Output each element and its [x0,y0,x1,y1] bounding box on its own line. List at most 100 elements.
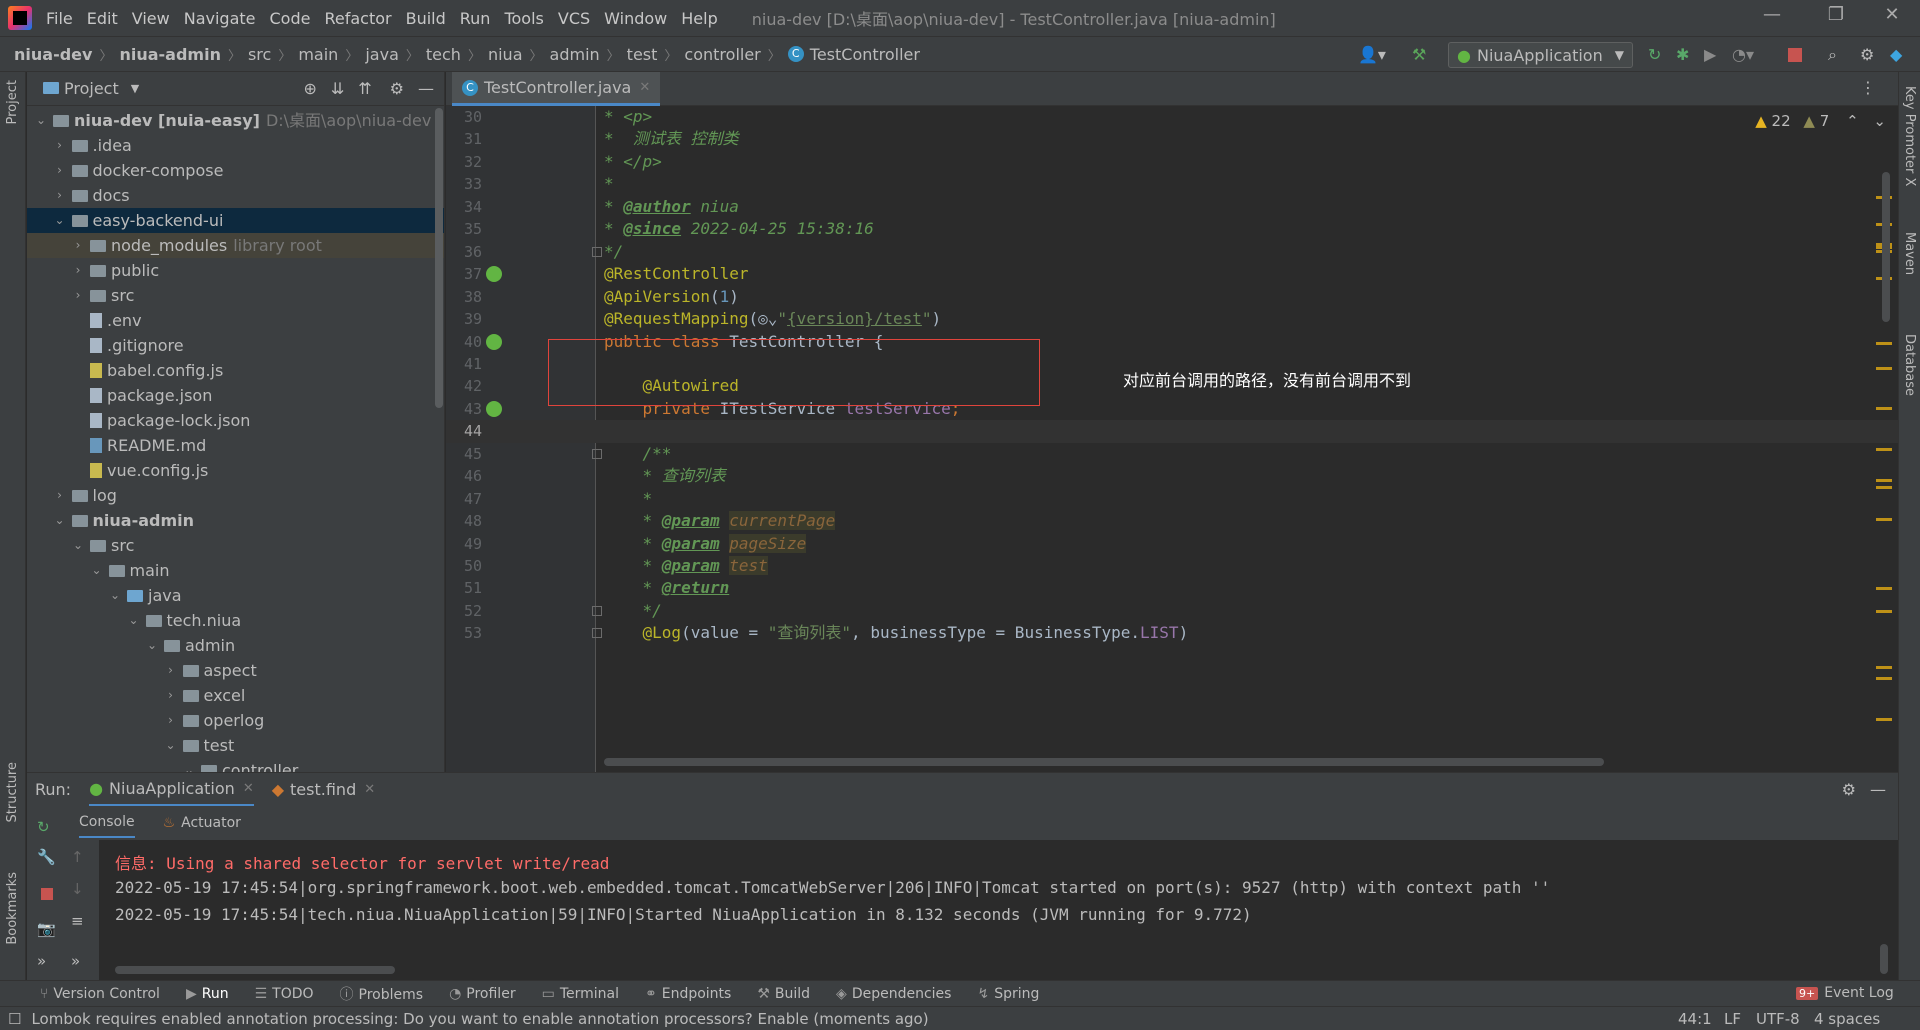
maven-tool-tab[interactable]: Maven [1902,232,1917,275]
bookmarks-tool-tab[interactable]: Bookmarks [5,872,20,945]
tool-tab-todo[interactable]: ☰ TODO [255,986,314,1002]
wrench-icon[interactable]: 🔧 [37,848,56,866]
chevron-up-icon[interactable]: ⌃ [1846,112,1859,130]
tree-item[interactable]: › docker-compose [27,158,444,183]
user-icon[interactable]: 👤▾ [1358,45,1386,64]
chevron-right-icon[interactable]: › [54,483,66,508]
tree-item[interactable]: ⌄ test [27,733,444,758]
code-line[interactable]: 47 * [446,488,1898,510]
tree-item[interactable]: package-lock.json [27,408,444,433]
soft-wrap-icon[interactable]: ≡ [71,912,84,930]
chevron-right-icon[interactable]: › [165,683,177,708]
code-line[interactable]: 32 * </p> [446,151,1898,173]
cursor-position[interactable]: 44:1 [1678,1010,1712,1028]
console-output[interactable]: 信息: Using a shared selector for servlet … [100,840,1898,980]
code-line[interactable]: 48 * @param currentPage [446,510,1898,532]
tree-item[interactable]: › node_modules library root [27,233,444,258]
menu-help[interactable]: Help [681,9,717,28]
warning-stripe-mark[interactable] [1876,718,1892,721]
breadcrumb-item[interactable]: src [248,45,271,64]
tree-item[interactable]: ⌄ tech.niua [27,608,444,633]
code-line[interactable]: 31 * 测试表 控制类 [446,128,1898,150]
debug-icon[interactable]: ✱ [1676,45,1689,64]
tool-tab-problems[interactable]: ⓘ Problems [340,984,424,1004]
search-icon[interactable]: ⌕ [1828,45,1837,65]
database-tool-tab[interactable]: Database [1902,334,1917,396]
warning-stripe-mark[interactable] [1876,610,1892,613]
chevron-right-icon[interactable]: › [72,258,84,283]
code-line[interactable]: 49 * @param pageSize [446,533,1898,555]
tree-item[interactable]: ⌄ niua-admin [27,508,444,533]
tree-item[interactable]: ⌄ controller [27,758,444,772]
code-line[interactable]: 51 * @return [446,577,1898,599]
breadcrumb-item[interactable]: niua-admin [119,45,221,64]
code-line[interactable]: 30 * <p> [446,106,1898,128]
code-line[interactable]: 50 * @param test [446,555,1898,577]
chevron-down-icon[interactable]: ⌄ [146,633,158,658]
chevron-down-icon[interactable]: ▼ [131,82,139,95]
code-editor[interactable]: 30 * <p> 31 * 测试表 控制类 32 * </p> 33 * 34 * @author… [446,106,1898,772]
breadcrumb-item[interactable]: java [365,45,399,64]
more-icon[interactable]: » [71,952,80,970]
tab-actuator[interactable]: Actuator [181,809,241,837]
warning-stripe-mark[interactable] [1876,485,1892,489]
expand-all-icon[interactable]: ⇊ [331,79,344,98]
status-icon[interactable]: ☐ [8,1010,21,1028]
indent-setting[interactable]: 4 spaces [1814,1010,1880,1028]
code-line[interactable]: 46 * 查询列表 [446,465,1898,487]
tree-item[interactable]: › docs [27,183,444,208]
locate-icon[interactable]: ⊕ [303,79,316,98]
profile-icon[interactable]: ◔▾ [1732,45,1754,64]
inspection-widget[interactable]: ▲ 22 ▲ 7 ⌃ ⌄ [1755,112,1886,130]
tab-testcontroller[interactable]: C TestController.java ✕ [452,72,661,106]
structure-tool-tab[interactable]: Structure [5,762,20,822]
breadcrumb-item[interactable]: controller [684,45,760,64]
code-line[interactable]: 39 @RequestMapping(◎⌄"{version}/test") [446,308,1898,330]
tree-item[interactable]: › log [27,483,444,508]
tree-item[interactable]: › operlog [27,708,444,733]
minimize-icon[interactable]: — [1752,4,1792,25]
more-icon[interactable]: » [37,952,46,970]
menu-code[interactable]: Code [270,9,311,28]
tree-item[interactable]: .env [27,308,444,333]
tree-item[interactable]: babel.config.js [27,358,444,383]
code-line[interactable]: 44 [446,420,1898,443]
tree-item[interactable]: › excel [27,683,444,708]
tree-item[interactable]: › src [27,283,444,308]
rerun-icon[interactable]: ↻ [37,818,50,836]
arrow-down-icon[interactable]: ↓ [71,880,84,898]
hide-panel-icon[interactable]: — [418,79,434,98]
console-horizontal-scrollbar[interactable] [115,966,395,974]
tab-console[interactable]: Console [79,808,135,838]
close-tab-icon[interactable]: ✕ [364,782,375,797]
warning-stripe-mark[interactable] [1876,518,1892,522]
build-hammer-icon[interactable]: ⚒ [1412,45,1426,64]
toolbox-icon[interactable]: ◆ [1890,45,1902,64]
warning-stripe-mark[interactable] [1876,665,1892,669]
close-icon[interactable]: ✕ [1872,4,1912,25]
file-encoding[interactable]: UTF-8 [1756,1010,1800,1028]
tree-item[interactable]: ⌄ src [27,533,444,558]
stop-icon[interactable] [41,888,53,900]
breadcrumb-item[interactable]: niua-dev [14,45,92,64]
chevron-down-icon[interactable]: ⌄ [91,558,103,583]
hide-panel-icon[interactable]: — [1870,780,1886,799]
run-configuration-select[interactable]: ● NiuaApplication ▼ [1448,42,1633,68]
run-tab-test-find[interactable]: ◆ test.find ✕ [272,773,375,807]
breadcrumb-item[interactable]: admin [550,45,600,64]
project-tool-tab[interactable]: Project [5,80,20,124]
breadcrumb-item[interactable]: niua [488,45,523,64]
tree-item[interactable]: package.json [27,383,444,408]
chevron-down-icon[interactable]: ⌄ [183,758,195,772]
status-message[interactable]: Lombok requires enabled annotation proce… [31,1010,928,1028]
code-line[interactable]: 45 /** [446,443,1898,465]
tree-item[interactable]: README.md [27,433,444,458]
chevron-down-icon[interactable]: ⌄ [35,108,47,133]
chevron-down-icon[interactable]: ⌄ [72,533,84,558]
menu-tools[interactable]: Tools [504,9,543,28]
tool-tab-terminal[interactable]: ▭ Terminal [542,986,619,1002]
tool-tab-build[interactable]: ⚒ Build [757,986,810,1002]
tree-item[interactable]: › .idea [27,133,444,158]
breadcrumb-item[interactable]: TestController [810,45,920,64]
menu-navigate[interactable]: Navigate [184,9,256,28]
